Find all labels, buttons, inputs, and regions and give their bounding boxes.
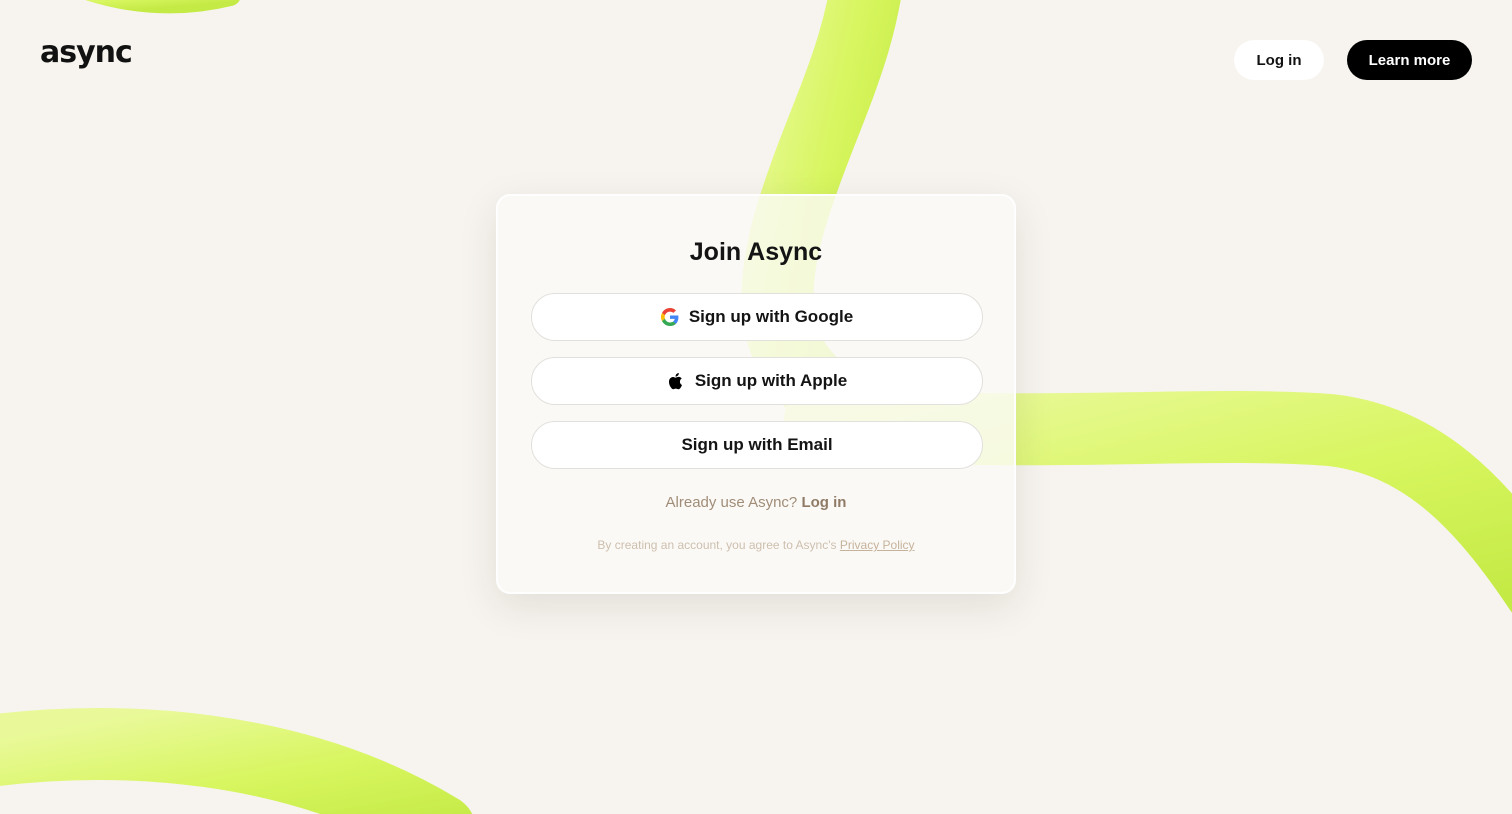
google-icon: [660, 308, 679, 326]
async-logo[interactable]: async: [40, 38, 133, 68]
google-signup-button[interactable]: Sign up with Google: [531, 293, 983, 341]
signup-card: Join Async Sign up with Google Sign up w…: [496, 194, 1016, 594]
apple-icon: [667, 372, 685, 390]
email-signup-button[interactable]: Sign up with Email: [531, 421, 983, 469]
email-signup-label: Sign up with Email: [681, 435, 833, 454]
header-login-button[interactable]: Log in: [1234, 40, 1324, 80]
already-have-account: Already use Async? Log in: [498, 494, 1014, 511]
legal-notice: By creating an account, you agree to Asy…: [498, 538, 1014, 552]
ribbon-bottom-left: [0, 708, 473, 814]
ribbon-top-left: [85, 0, 240, 14]
google-signup-label: Sign up with Google: [688, 307, 854, 326]
already-text: Already use Async?: [665, 494, 798, 511]
card-title: Join Async: [689, 238, 823, 266]
privacy-policy-link[interactable]: Privacy Policy: [840, 538, 915, 552]
legal-text: By creating an account, you agree to Asy…: [597, 538, 837, 552]
apple-signup-label: Sign up with Apple: [694, 371, 848, 390]
card-login-link[interactable]: Log in: [801, 494, 846, 511]
signup-page: async Log in Learn more Join Async Sign …: [0, 0, 1512, 814]
learn-more-button[interactable]: Learn more: [1347, 40, 1472, 80]
apple-signup-button[interactable]: Sign up with Apple: [531, 357, 983, 405]
